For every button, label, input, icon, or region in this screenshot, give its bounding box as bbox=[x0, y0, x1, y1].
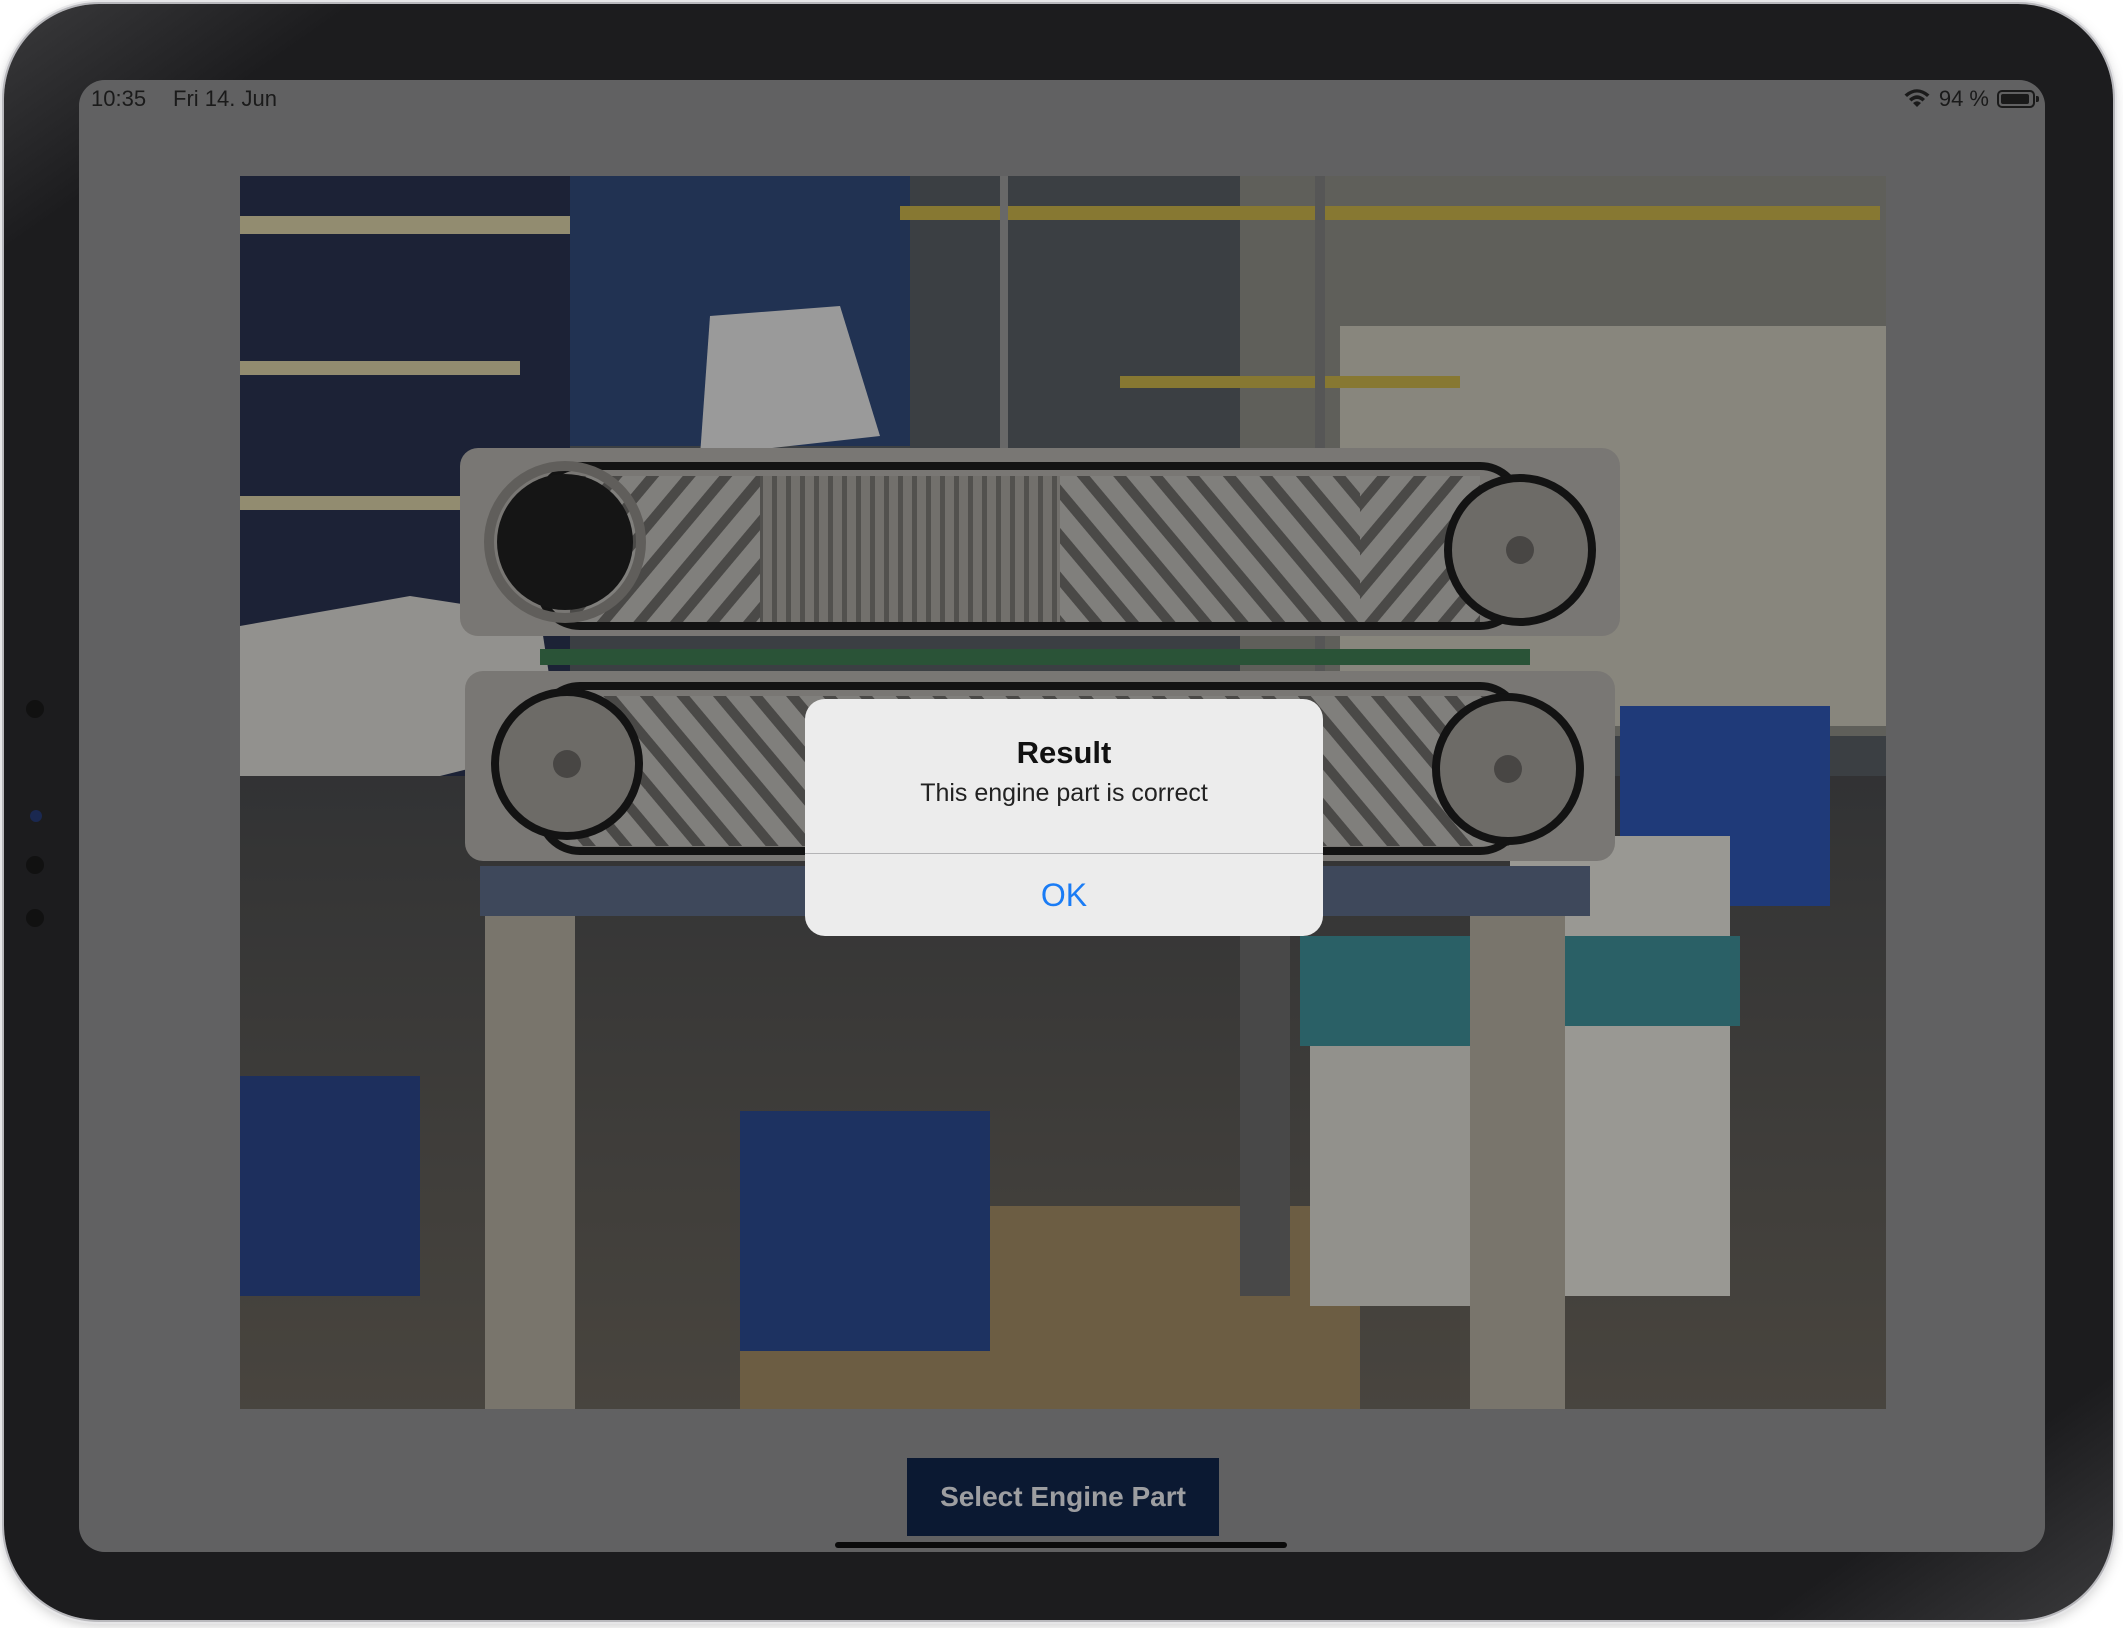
front-camera-icon bbox=[30, 810, 42, 822]
screen: 10:35 Fri 14. Jun 94 % Select Engine Par… bbox=[79, 80, 2045, 1552]
battery-nub bbox=[2036, 96, 2039, 102]
status-date: Fri 14. Jun bbox=[173, 86, 277, 111]
alert-title: Result bbox=[1016, 735, 1112, 770]
side-button bbox=[26, 856, 44, 874]
ok-button[interactable]: OK bbox=[805, 854, 1323, 936]
status-right: 94 % bbox=[1903, 86, 2039, 112]
side-button bbox=[26, 700, 44, 718]
wifi-icon bbox=[1904, 89, 1930, 107]
status-time: 10:35 bbox=[91, 86, 147, 111]
battery-fill bbox=[2001, 94, 2030, 104]
home-indicator[interactable] bbox=[835, 1542, 1287, 1548]
side-button bbox=[26, 909, 44, 927]
tablet-frame: 10:35 Fri 14. Jun 94 % Select Engine Par… bbox=[4, 4, 2113, 1620]
battery-percent: 94 % bbox=[1938, 86, 1989, 111]
result-alert: Result This engine part is correct OK bbox=[805, 699, 1323, 936]
battery-icon bbox=[1997, 90, 2039, 108]
alert-message: This engine part is correct bbox=[920, 779, 1208, 807]
status-bar: 10:35 Fri 14. Jun 94 % bbox=[79, 80, 2045, 120]
